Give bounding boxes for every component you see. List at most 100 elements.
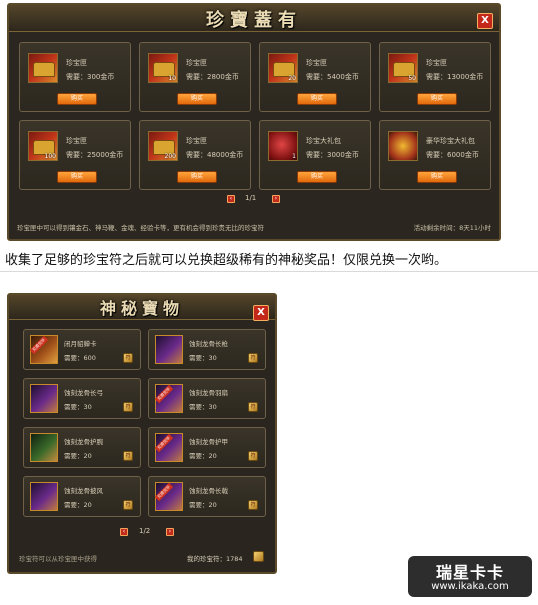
talisman-icon <box>253 551 264 562</box>
reward-name: 蚀刻龙骨长戟 <box>189 487 228 495</box>
item-name: 珍宝匣 <box>66 137 87 145</box>
buy-button[interactable]: 购买 <box>177 171 217 183</box>
reward-price: 需要：30 <box>189 354 217 362</box>
title-bar: 珍寶蓋有 X <box>9 5 499 32</box>
reward-price: 需要：20 <box>189 452 217 460</box>
treasure-chest-icon: 200 <box>148 131 178 161</box>
buy-button[interactable]: 购买 <box>417 171 457 183</box>
page-indicator: 1/2 <box>139 527 151 535</box>
buy-button[interactable]: 购买 <box>297 171 337 183</box>
title-bar: 神秘寶物 X <box>9 295 275 321</box>
reward-name: 蚀刻龙骨长弓 <box>64 389 103 397</box>
item-price: 需要：6000金币 <box>426 151 479 159</box>
reward-name: 蚀刻龙骨长枪 <box>189 340 228 348</box>
cloak-icon <box>30 482 58 511</box>
talisman-icon: 符 <box>123 500 133 510</box>
bow-icon <box>30 384 58 413</box>
treasure-shop-panel: 珍寶蓋有 X 珍宝匣 需要：300金币 购买 10 珍宝匣 需要：2800金币 … <box>7 3 501 241</box>
redeemed-ribbon: 兑换完毕 <box>154 482 174 502</box>
my-talisman-count: 我的珍宝符：1784 <box>187 555 243 563</box>
reward-price: 需要：20 <box>189 501 217 509</box>
reward-name: 蚀刻龙骨护甲 <box>189 438 228 446</box>
character-card-icon: 兑换完毕 <box>29 335 58 364</box>
reward-card[interactable]: 兑换完毕 蚀刻龙骨羽扇 需要：30 符 <box>148 378 266 419</box>
item-card: 50 珍宝匣 需要：13000金币 购买 <box>379 42 491 112</box>
page-indicator: 1/1 <box>245 194 257 202</box>
reward-price: 需要：20 <box>64 501 92 509</box>
panel-title: 珍寶蓋有 <box>206 10 302 31</box>
item-name: 珍宝匣 <box>66 59 87 67</box>
reward-name: 蚀刻龙骨羽扇 <box>189 389 228 397</box>
reward-card[interactable]: 蚀刻龙骨长枪 需要：30 符 <box>148 329 266 370</box>
spear-icon <box>155 335 183 364</box>
reward-card[interactable]: 蚀刻龙骨长弓 需要：30 符 <box>23 378 141 419</box>
treasure-chest-icon: 100 <box>28 131 58 161</box>
gift-box-icon <box>388 131 418 161</box>
buy-button[interactable]: 购买 <box>417 93 457 105</box>
prev-page-button[interactable]: ‹ <box>120 528 128 536</box>
reward-card[interactable]: 兑换完毕 闭月貂蝉卡 需要：600 符 <box>23 329 141 370</box>
watermark-logo: 瑞星卡卡 www.ikaka.com <box>408 556 532 597</box>
watermark-title: 瑞星卡卡 <box>435 563 504 582</box>
item-card: 200 珍宝匣 需要：48000金币 购买 <box>139 120 251 190</box>
reward-name: 闭月貂蝉卡 <box>64 340 97 348</box>
treasure-chest-icon: 10 <box>148 53 178 83</box>
reward-card[interactable]: 兑换完毕 蚀刻龙骨护甲 需要：20 符 <box>148 427 266 468</box>
item-grid: 珍宝匣 需要：300金币 购买 10 珍宝匣 需要：2800金币 购买 20 珍… <box>19 42 495 192</box>
talisman-icon: 符 <box>248 402 258 412</box>
next-page-button[interactable]: › <box>166 528 174 536</box>
talisman-icon: 符 <box>123 353 133 363</box>
item-price: 需要：300金币 <box>66 73 115 81</box>
item-price: 需要：13000金币 <box>426 73 484 81</box>
prev-page-button[interactable]: ‹ <box>227 195 235 203</box>
reward-price: 需要：30 <box>189 403 217 411</box>
item-price: 需要：5400金币 <box>306 73 359 81</box>
panel-title: 神秘寶物 <box>99 299 184 318</box>
close-button[interactable]: X <box>253 305 269 321</box>
reward-card[interactable]: 蚀刻龙骨护腕 需要：20 符 <box>23 427 141 468</box>
next-page-button[interactable]: › <box>272 195 280 203</box>
watermark-url: www.ikaka.com <box>431 581 509 592</box>
caption-text: 收集了足够的珍宝符之后就可以兑换超级稀有的神秘奖品！仅限兑换一次哟。 <box>5 253 448 268</box>
time-remaining: 活动剩余时间：8天11小时 <box>413 224 491 232</box>
feather-fan-icon: 兑换完毕 <box>154 384 183 413</box>
footer-info: 珍宝匣中可以得到镶金石、神马鞭、金魂、经验卡等，更有机会得到珍贵无比的珍宝符 <box>17 224 264 232</box>
close-button[interactable]: X <box>477 13 493 29</box>
item-name: 珍宝匣 <box>426 59 447 67</box>
talisman-icon: 符 <box>248 451 258 461</box>
redeemed-ribbon: 兑换完毕 <box>29 335 49 355</box>
talisman-icon: 符 <box>123 451 133 461</box>
item-card: 豪华珍宝大礼包 需要：6000金币 购买 <box>379 120 491 190</box>
reward-card[interactable]: 兑换完毕 蚀刻龙骨长戟 需要：20 符 <box>148 476 266 517</box>
item-card: 100 珍宝匣 需要：25000金币 购买 <box>19 120 131 190</box>
treasure-chest-icon: 50 <box>388 53 418 83</box>
item-card: 10 珍宝匣 需要：2800金币 购买 <box>139 42 251 112</box>
item-price: 需要：48000金币 <box>186 151 244 159</box>
talisman-icon: 符 <box>123 402 133 412</box>
buy-button[interactable]: 购买 <box>57 93 97 105</box>
item-price: 需要：2800金币 <box>186 73 239 81</box>
treasure-chest-icon <box>28 53 58 83</box>
item-card: 珍宝匣 需要：300金币 购买 <box>19 42 131 112</box>
reward-price: 需要：20 <box>64 452 92 460</box>
item-price: 需要：3000金币 <box>306 151 359 159</box>
item-name: 珍宝匣 <box>186 59 207 67</box>
item-name: 珍宝匣 <box>186 137 207 145</box>
reward-price: 需要：600 <box>64 354 96 362</box>
halberd-icon: 兑换完毕 <box>154 482 183 511</box>
buy-button[interactable]: 购买 <box>297 93 337 105</box>
red-bag-icon: 1 <box>268 131 298 161</box>
item-name: 珍宝大礼包 <box>306 137 341 145</box>
redeemed-ribbon: 兑换完毕 <box>154 433 174 453</box>
footer-hint: 珍宝符可以从珍宝匣中获得 <box>19 555 97 563</box>
item-price: 需要：25000金币 <box>66 151 124 159</box>
item-name: 豪华珍宝大礼包 <box>426 137 475 145</box>
divider <box>0 271 538 272</box>
buy-button[interactable]: 购买 <box>177 93 217 105</box>
armor-icon: 兑换完毕 <box>154 433 183 462</box>
item-card: 1 珍宝大礼包 需要：3000金币 购买 <box>259 120 371 190</box>
buy-button[interactable]: 购买 <box>57 171 97 183</box>
reward-card[interactable]: 蚀刻龙骨披风 需要：20 符 <box>23 476 141 517</box>
reward-price: 需要：30 <box>64 403 92 411</box>
item-card: 20 珍宝匣 需要：5400金币 购买 <box>259 42 371 112</box>
